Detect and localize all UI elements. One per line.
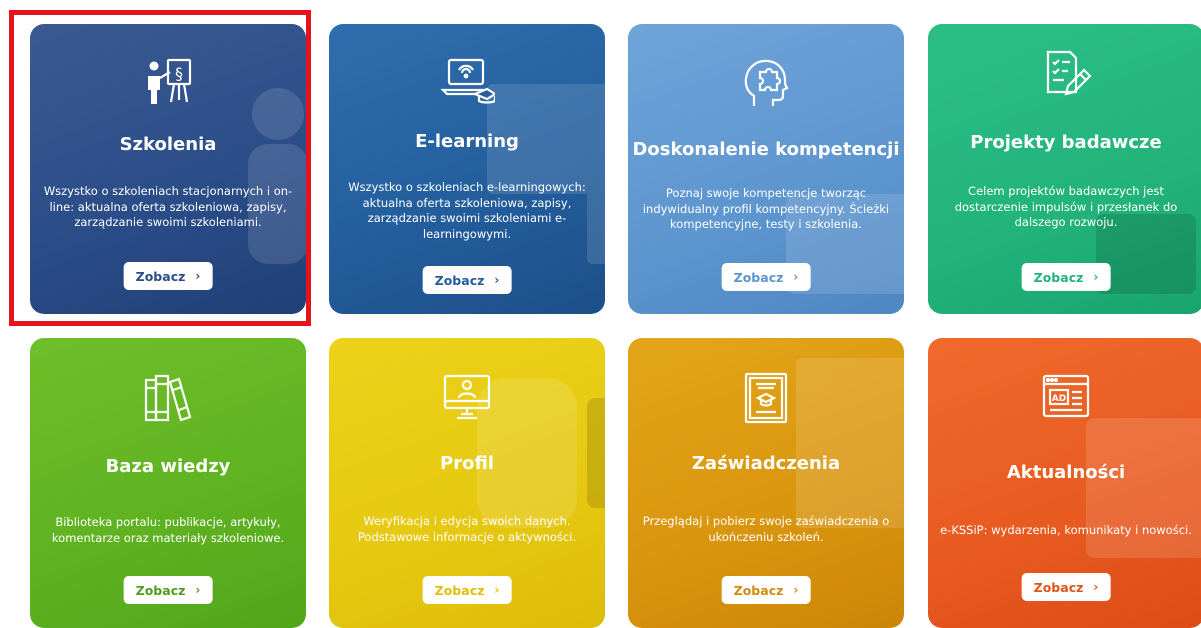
tile-projekty-badawcze[interactable]: Projekty badawcze Celem projektów badawc…	[928, 24, 1201, 314]
chevron-right-icon: ›	[1093, 270, 1099, 284]
tile-title: Profil	[440, 453, 494, 474]
books-icon	[140, 370, 196, 426]
svg-text:AD: AD	[1052, 394, 1066, 404]
zobacz-button[interactable]: Zobacz ›	[721, 263, 811, 291]
tiles-grid: § Szkolenia Wszystko o szkoleniach stacj…	[0, 0, 1201, 628]
tile-baza-wiedzy[interactable]: Baza wiedzy Biblioteka portalu: publikac…	[30, 338, 306, 628]
tile-description: Wszystko o szkoleniach e-learningowych: …	[348, 180, 586, 241]
zobacz-button[interactable]: Zobacz ›	[123, 576, 213, 604]
tile-description: Przeglądaj i pobierz swoje zaświadczenia…	[642, 514, 890, 544]
button-label: Zobacz	[733, 582, 784, 598]
chevron-right-icon: ›	[195, 583, 201, 597]
head-puzzle-icon	[738, 56, 794, 112]
button-label: Zobacz	[434, 582, 485, 598]
tile-title: Aktualności	[1006, 462, 1126, 483]
tile-doskonalenie-kompetencji[interactable]: Doskonalenie kompetencji Poznaj swoje ko…	[628, 24, 904, 314]
tile-title: Zaświadczenia	[691, 453, 841, 474]
tile-description: Poznaj swoje kompetencje tworząc indywid…	[642, 186, 890, 231]
zobacz-button[interactable]: Zobacz ›	[1021, 573, 1111, 601]
tile-title: Projekty badawcze	[970, 132, 1162, 153]
button-label: Zobacz	[135, 582, 186, 598]
browser-ad-icon: AD	[1038, 370, 1094, 426]
tile-description: Biblioteka portalu: publikacje, artykuły…	[51, 515, 285, 545]
button-label: Zobacz	[1033, 269, 1084, 285]
document-pen-icon	[1038, 46, 1094, 102]
tile-description: Weryfikacja i edycja swoich danych. Pods…	[357, 514, 577, 544]
tile-title: E-learning	[415, 131, 519, 152]
zobacz-button[interactable]: Zobacz ›	[1021, 263, 1111, 291]
chevron-right-icon: ›	[494, 583, 500, 597]
chevron-right-icon: ›	[793, 270, 799, 284]
button-label: Zobacz	[434, 272, 485, 288]
tile-e-learning[interactable]: E-learning Wszystko o szkoleniach e-lear…	[329, 24, 605, 314]
selection-highlight-frame	[9, 10, 311, 326]
chevron-right-icon: ›	[793, 583, 799, 597]
tile-zaswiadczenia[interactable]: Zaświadczenia Przeglądaj i pobierz swoje…	[628, 338, 904, 628]
zobacz-button[interactable]: Zobacz ›	[422, 576, 512, 604]
chevron-right-icon: ›	[1093, 580, 1099, 594]
laptop-graduation-cap-icon	[439, 52, 498, 108]
certificate-icon	[738, 370, 794, 426]
tile-description: e-KSSiP: wydarzenia, komunikaty i nowośc…	[940, 523, 1192, 537]
button-label: Zobacz	[733, 269, 784, 285]
tile-title: Doskonalenie kompetencji	[632, 139, 900, 160]
chevron-right-icon: ›	[494, 273, 500, 287]
monitor-user-icon	[439, 370, 495, 426]
tile-profil[interactable]: Profil Weryfikacja i edycja swoich danyc…	[329, 338, 605, 628]
button-label: Zobacz	[1033, 579, 1084, 595]
zobacz-button[interactable]: Zobacz ›	[721, 576, 811, 604]
zobacz-button[interactable]: Zobacz ›	[422, 266, 512, 294]
tile-aktualnosci[interactable]: AD Aktualności e-KSSiP: wydarzenia, komu…	[928, 338, 1201, 628]
tile-description: Celem projektów badawczych jest dostarcz…	[954, 184, 1178, 229]
tile-title: Baza wiedzy	[105, 456, 231, 477]
